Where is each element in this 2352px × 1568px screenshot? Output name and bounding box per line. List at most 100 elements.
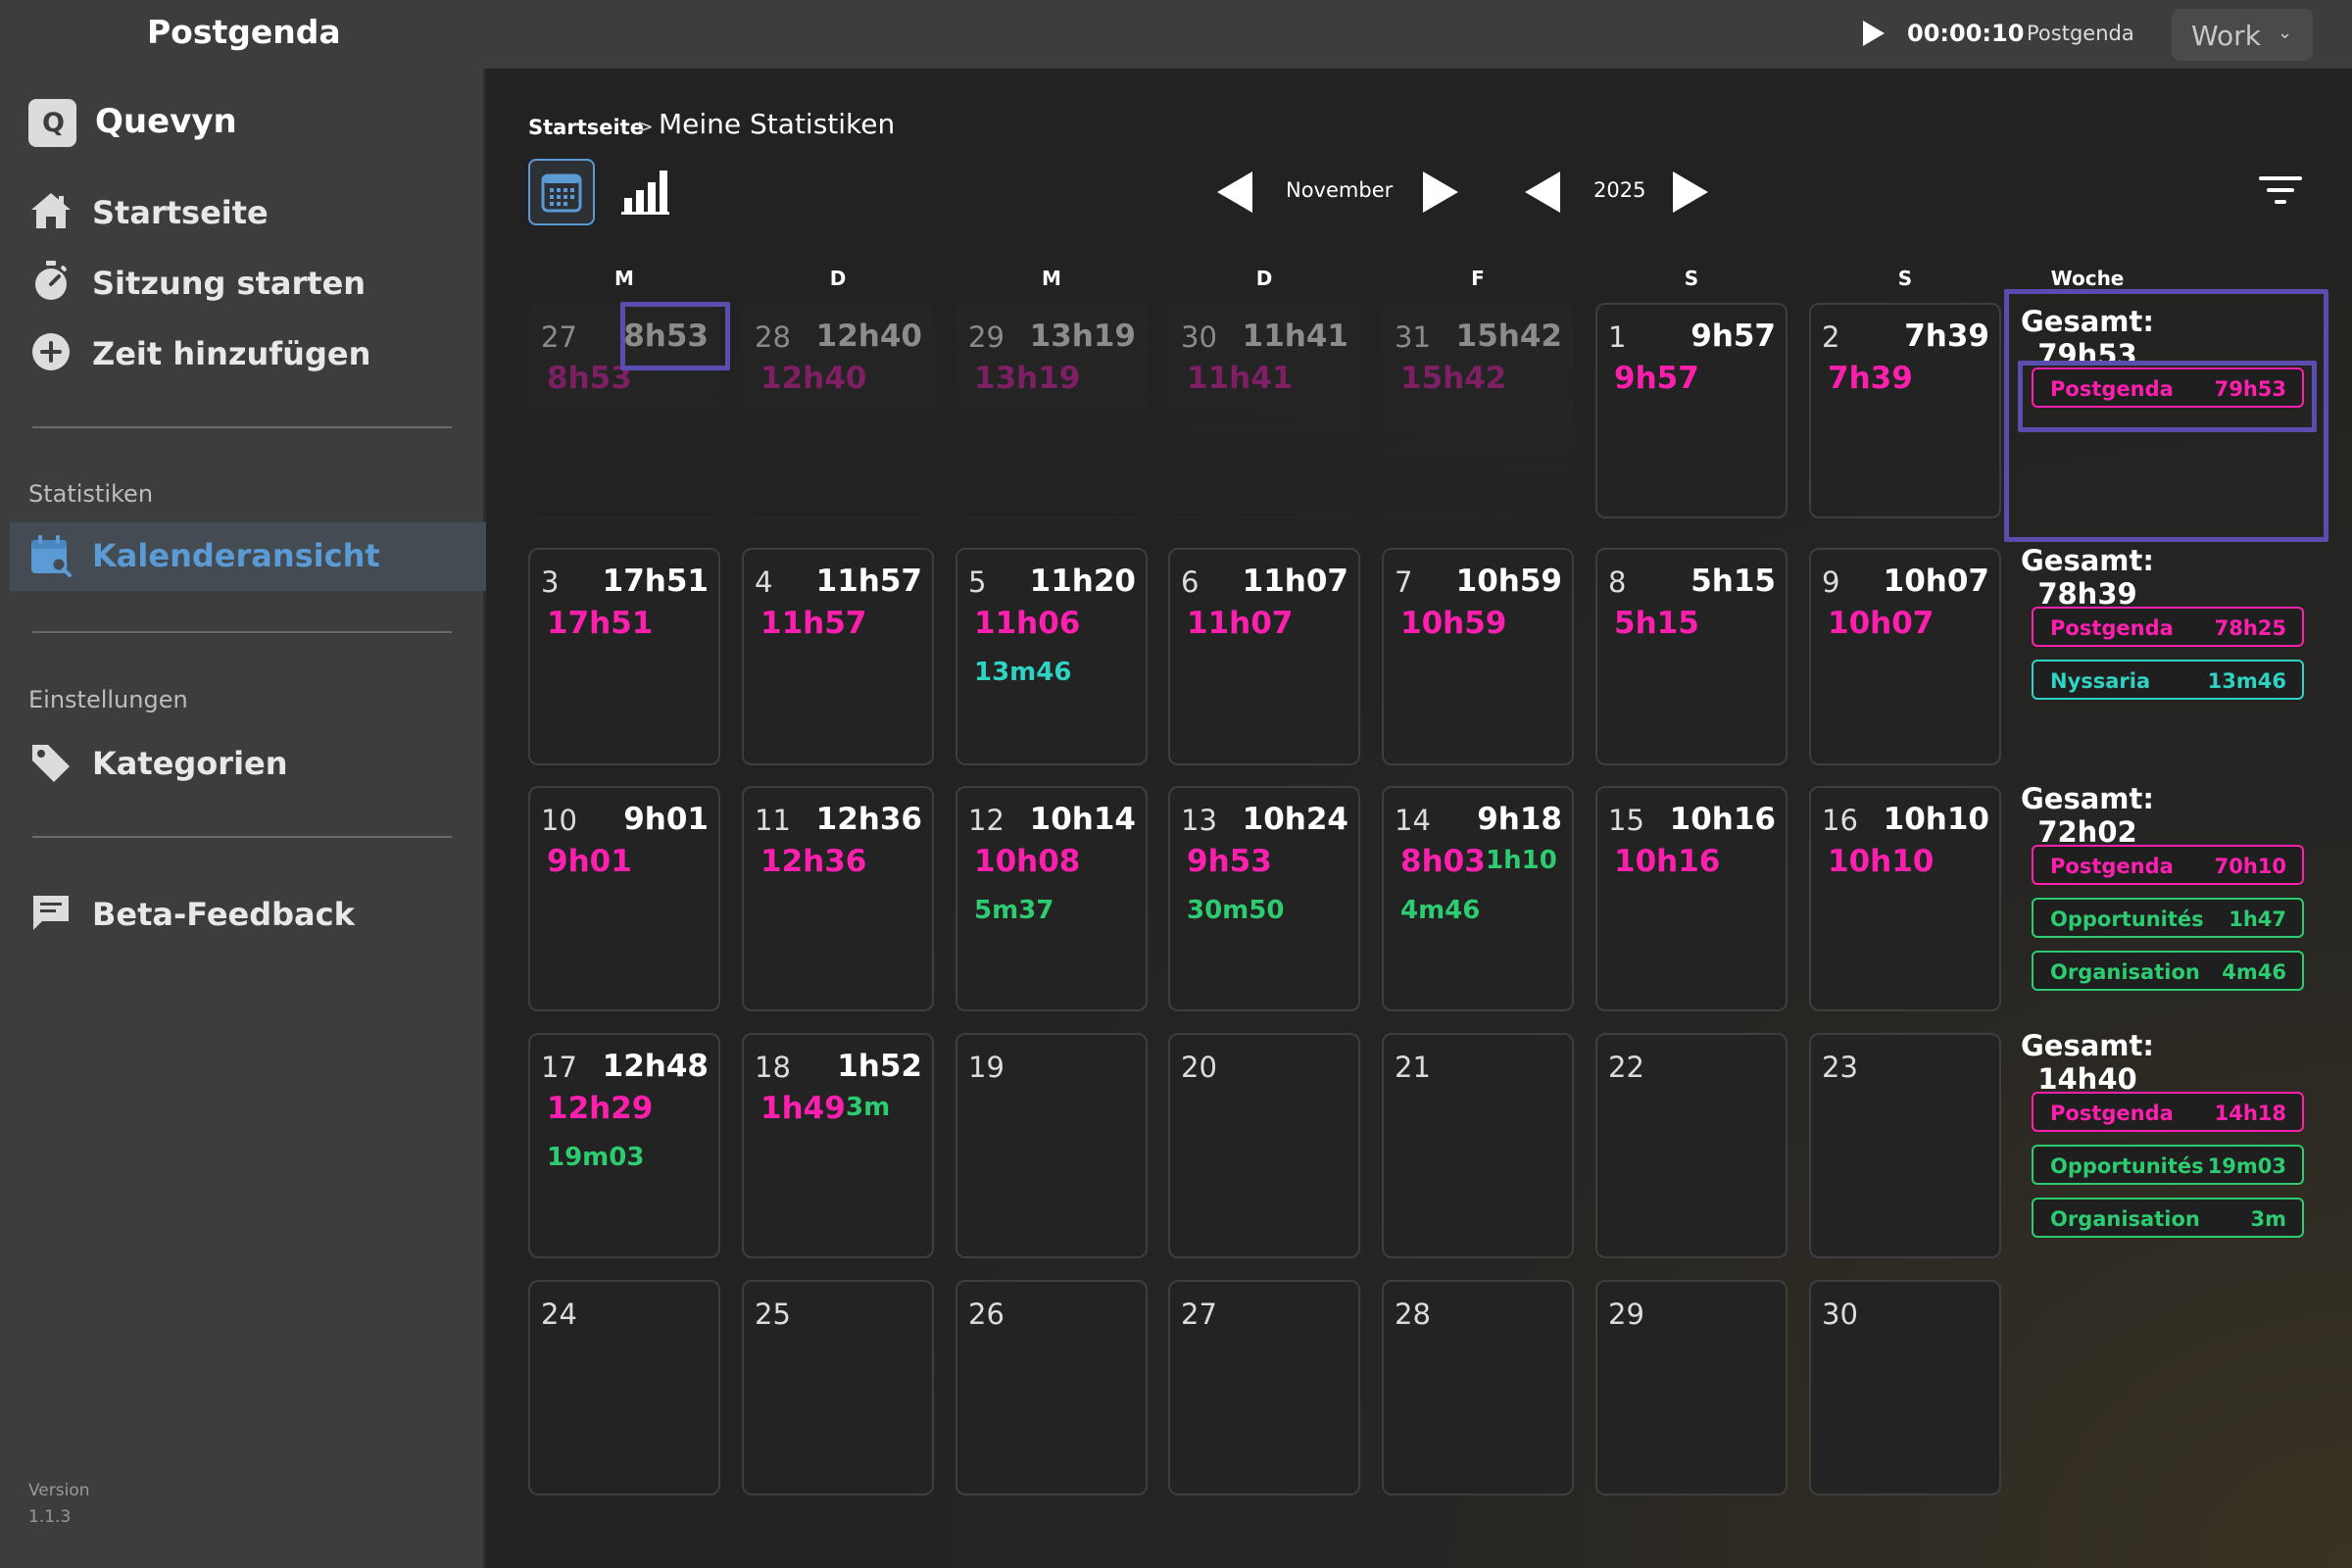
day-cell[interactable]: 4 11h57 11h57: [742, 548, 934, 765]
category-chip[interactable]: Postgenda 70h10: [2032, 845, 2304, 885]
entry-postgenda: 9h53: [1187, 844, 1272, 879]
day-cell[interactable]: 29: [1595, 1280, 1788, 1495]
entry-postgenda: 11h06: [974, 606, 1081, 641]
day-cell[interactable]: 28 12h40 12h40: [742, 303, 934, 518]
day-number: 6: [1181, 565, 1200, 599]
day-cell[interactable]: 13 10h24 9h53 30m50: [1168, 786, 1360, 1011]
day-number: 30: [1181, 320, 1217, 354]
next-month-arrow-icon[interactable]: [1423, 172, 1458, 213]
day-cell[interactable]: 19: [956, 1033, 1148, 1258]
day-cell[interactable]: 16 10h10 10h10: [1809, 786, 2001, 1011]
day-cell[interactable]: 2 7h39 7h39: [1809, 303, 2001, 518]
prev-year-arrow-icon[interactable]: [1525, 172, 1560, 213]
timer-project: Postgenda: [2027, 22, 2134, 45]
entry-postgenda: 10h16: [1614, 844, 1721, 879]
entry-postgenda: 1h49: [760, 1091, 846, 1126]
day-cell[interactable]: 14 9h18 8h03 1h10 4m46: [1382, 786, 1574, 1011]
chevron-down-icon: ⌄: [2278, 23, 2293, 43]
app-title: Postgenda: [147, 13, 341, 51]
category-chip[interactable]: Opportunités 1h47: [2032, 898, 2304, 938]
prev-month-arrow-icon[interactable]: [1217, 172, 1252, 213]
brand-name: Quevyn: [95, 102, 237, 141]
category-chip[interactable]: Nyssaria 13m46: [2032, 660, 2304, 700]
day-cell[interactable]: 30 11h41 11h41: [1168, 303, 1360, 518]
entry-postgenda: 13h19: [974, 361, 1081, 396]
day-cell[interactable]: 12 10h14 10h08 5m37: [956, 786, 1148, 1011]
nav-item-beta-feedback[interactable]: Beta-Feedback: [28, 890, 460, 939]
next-year-arrow-icon[interactable]: [1673, 172, 1708, 213]
category-name: Postgenda: [2050, 616, 2174, 640]
week-total: Gesamt: 72h02: [2021, 782, 2154, 849]
day-cell[interactable]: 11 12h36 12h36: [742, 786, 934, 1011]
day-cell[interactable]: 25: [742, 1280, 934, 1495]
sidebar-divider: [32, 631, 452, 633]
section-label-einstellungen: Einstellungen: [28, 686, 188, 713]
day-total: 10h14: [1029, 802, 1136, 837]
entry-secondary: 13m46: [974, 658, 1072, 687]
bar-chart-icon[interactable]: [616, 163, 675, 221]
day-number: 4: [755, 565, 773, 599]
section-label-statistiken: Statistiken: [28, 480, 154, 508]
day-cell[interactable]: 5 11h20 11h06 13m46: [956, 548, 1148, 765]
breadcrumb-separator: >: [637, 115, 654, 138]
category-chip[interactable]: Postgenda 78h25: [2032, 607, 2304, 647]
day-cell[interactable]: 30: [1809, 1280, 2001, 1495]
day-number: 17: [541, 1051, 577, 1084]
day-cell[interactable]: 9 10h07 10h07: [1809, 548, 2001, 765]
day-cell[interactable]: 28: [1382, 1280, 1574, 1495]
day-cell[interactable]: 31 15h42 15h42: [1382, 303, 1574, 518]
category-chip[interactable]: Postgenda 14h18: [2032, 1092, 2304, 1132]
filter-icon[interactable]: [2259, 172, 2302, 208]
nav-item-kategorien[interactable]: Kategorien: [28, 739, 460, 788]
day-cell[interactable]: 26: [956, 1280, 1148, 1495]
selected-total-highlight: [620, 302, 730, 370]
entry-secondary: 30m50: [1187, 896, 1285, 925]
calendar-view-button[interactable]: [528, 159, 595, 225]
day-cell[interactable]: 21: [1382, 1033, 1574, 1258]
breadcrumb-home[interactable]: Startseite: [528, 116, 644, 139]
category-name: Postgenda: [2050, 855, 2174, 878]
category-chip[interactable]: Organisation 4m46: [2032, 951, 2304, 991]
day-number: 29: [968, 320, 1004, 354]
day-number: 5: [968, 565, 987, 599]
day-number: 7: [1395, 565, 1413, 599]
nav-item-startseite[interactable]: Startseite: [28, 188, 460, 237]
day-total: 9h01: [623, 802, 709, 837]
day-cell[interactable]: 17 12h48 12h29 19m03: [528, 1033, 720, 1258]
day-cell[interactable]: 22: [1595, 1033, 1788, 1258]
day-cell[interactable]: 24: [528, 1280, 720, 1495]
category-value: 19m03: [2207, 1154, 2286, 1178]
main-content: Startseite > Meine Statistiken November …: [489, 69, 2352, 1568]
category-name: Postgenda: [2050, 1102, 2174, 1125]
day-cell[interactable]: 18 1h52 1h49 3m: [742, 1033, 934, 1258]
day-cell[interactable]: 15 10h16 10h16: [1595, 786, 1788, 1011]
day-cell[interactable]: 1 9h57 9h57: [1595, 303, 1788, 518]
nav-item-kalenderansicht[interactable]: Kalenderansicht: [10, 522, 486, 591]
top-bar: Postgenda 00:00:10 Postgenda Work ⌄: [0, 0, 2352, 69]
sidebar-divider: [32, 426, 452, 428]
day-number: 24: [541, 1298, 577, 1331]
day-cell[interactable]: 7 10h59 10h59: [1382, 548, 1574, 765]
day-cell[interactable]: 29 13h19 13h19: [956, 303, 1148, 518]
play-icon[interactable]: [1863, 21, 1885, 46]
category-chip[interactable]: Opportunités 19m03: [2032, 1145, 2304, 1185]
category-name: Nyssaria: [2050, 669, 2151, 693]
workspace-select[interactable]: Work ⌄: [2172, 9, 2313, 61]
day-cell[interactable]: 10 9h01 9h01: [528, 786, 720, 1011]
day-cell[interactable]: 27: [1168, 1280, 1360, 1495]
day-cell[interactable]: 23: [1809, 1033, 2001, 1258]
day-number: 28: [755, 320, 791, 354]
day-total: 17h51: [602, 564, 709, 599]
entry-postgenda: 12h40: [760, 361, 867, 396]
category-chip[interactable]: Organisation 3m: [2032, 1198, 2304, 1238]
nav-item-sitzung-starten[interactable]: Sitzung starten: [28, 259, 460, 308]
weekday-header: D: [1255, 267, 1273, 290]
day-cell[interactable]: 8 5h15 5h15: [1595, 548, 1788, 765]
day-number: 30: [1822, 1298, 1858, 1331]
day-cell[interactable]: 20: [1168, 1033, 1360, 1258]
day-cell[interactable]: 3 17h51 17h51: [528, 548, 720, 765]
day-cell[interactable]: 6 11h07 11h07: [1168, 548, 1360, 765]
nav-label-kalenderansicht: Kalenderansicht: [92, 537, 380, 574]
nav-label-sitzung-starten: Sitzung starten: [92, 265, 367, 302]
nav-item-zeit-hinzufuegen[interactable]: Zeit hinzufügen: [28, 329, 460, 378]
